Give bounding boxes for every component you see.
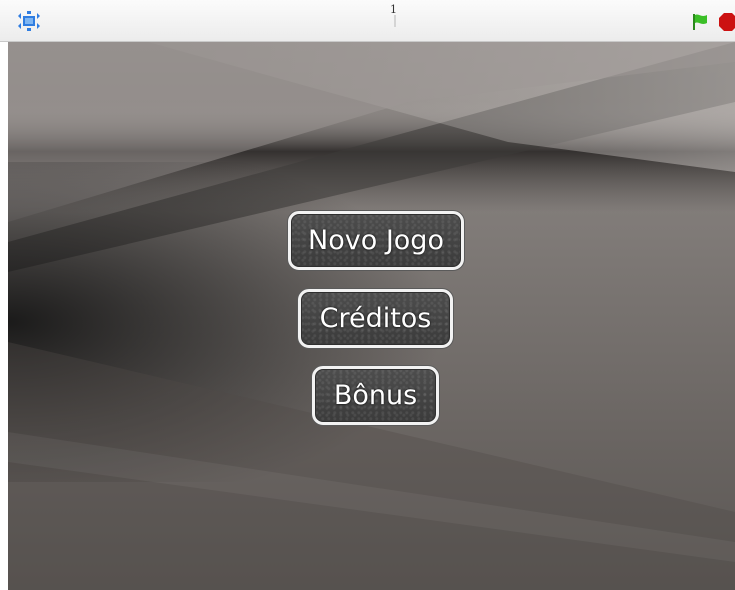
fullscreen-icon[interactable] (16, 10, 42, 32)
player-window: 1 Novo Jogo Créditos Bônus (0, 0, 735, 590)
player-toolbar: 1 (0, 0, 735, 42)
new-game-button[interactable]: Novo Jogo (288, 211, 464, 270)
text-cursor-icon (394, 15, 396, 27)
bonus-button[interactable]: Bônus (312, 366, 439, 425)
game-stage: Novo Jogo Créditos Bônus (8, 42, 735, 590)
stop-icon[interactable] (718, 12, 735, 32)
green-flag-icon[interactable] (690, 12, 710, 32)
credits-button[interactable]: Créditos (298, 289, 453, 348)
